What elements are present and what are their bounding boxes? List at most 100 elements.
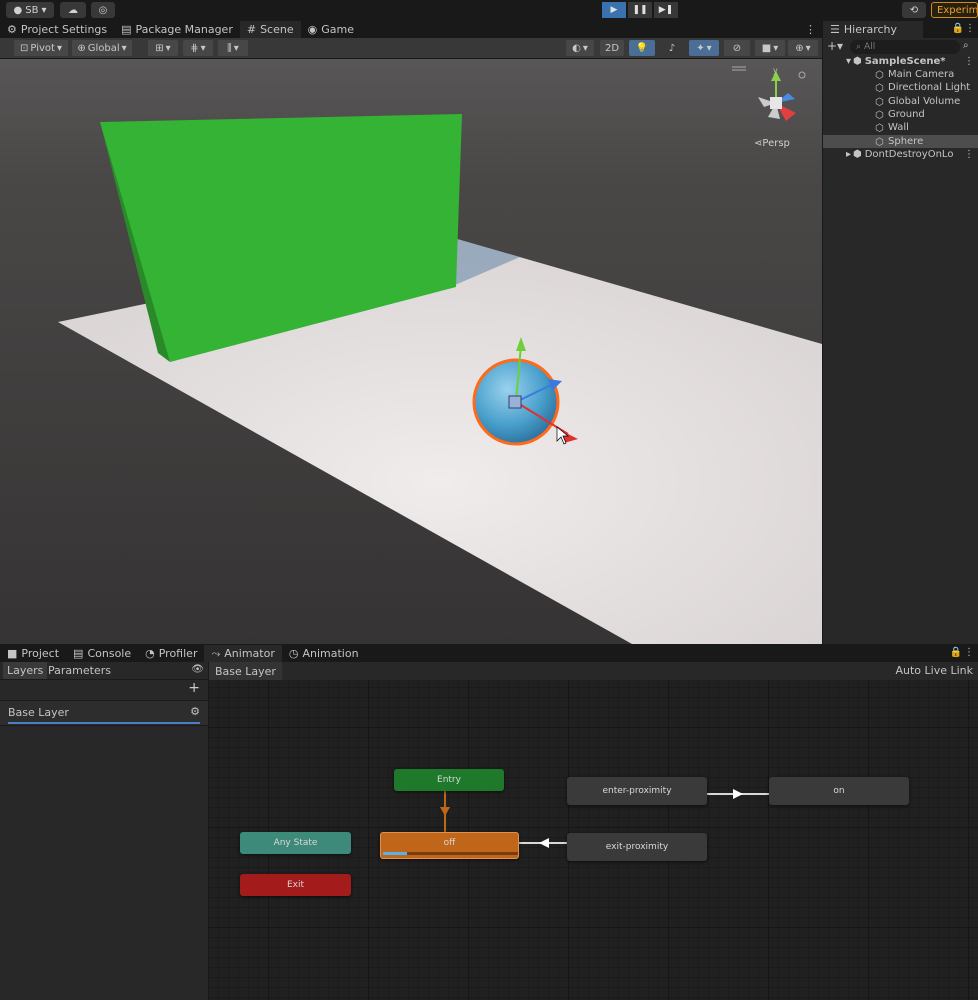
hierarchy-item[interactable]: ⬡ Global Volume	[823, 95, 978, 108]
tab-parameters[interactable]: Parameters	[45, 662, 114, 679]
hierarchy-panel: ☰ Hierarchy 🔒 ⋮ +▾ ⌕ All ⌕ ▾ ⬢ SampleScene…	[823, 21, 978, 644]
audio-toggle[interactable]: ♪	[660, 40, 684, 56]
chevron-down-icon: ▾	[121, 42, 127, 54]
animator-layers-panel: Layers Parameters 👁 + Base Layer ⚙	[0, 662, 208, 1000]
gamepad-icon: ◉	[307, 23, 318, 36]
add-layer-button[interactable]: +	[188, 680, 200, 696]
global-dropdown[interactable]: ⊕ Global ▾	[72, 40, 132, 56]
unity-scene-icon: ⬢	[853, 149, 862, 160]
on-state-node[interactable]: on	[769, 777, 909, 805]
hierarchy-scene-row[interactable]: ▾ ⬢ SampleScene* ⋮	[823, 55, 978, 68]
more-menu-icon[interactable]: ⋮	[964, 56, 974, 67]
visibility-toggle[interactable]: ⊘	[724, 40, 750, 56]
exit-node[interactable]: Exit	[240, 874, 351, 896]
animator-graph[interactable]: Entry Any State Exit off enter-proximity…	[209, 680, 978, 1000]
hierarchy-item[interactable]: ⬡ Ground	[823, 108, 978, 121]
enter-proximity-node[interactable]: enter-proximity	[567, 777, 707, 805]
gear-icon: ⚙	[7, 23, 17, 36]
add-object-button[interactable]: +▾	[827, 39, 843, 53]
gear-icon[interactable]: ⚙	[190, 705, 200, 718]
grid-lines-icon: ⫼	[227, 42, 232, 54]
pivot-dropdown[interactable]: ⊡ Pivot ▾	[14, 40, 68, 56]
shading-icon: ◐	[572, 42, 581, 54]
experimental-badge[interactable]: Experim	[931, 2, 978, 18]
exit-proximity-node[interactable]: exit-proximity	[567, 833, 707, 861]
scene-viewport[interactable]: y ⋖Persp	[0, 59, 822, 644]
eye-slash-icon: ⊘	[732, 42, 742, 54]
gizmo-y-label: y	[773, 66, 778, 75]
grid-snap-button[interactable]: ⊞ ▾	[148, 40, 178, 56]
cloud-icon: ☁	[68, 4, 78, 16]
tab-console[interactable]: ▤ Console	[66, 645, 138, 662]
gameobject-cube-icon: ⬡	[875, 82, 884, 94]
snap-icon: ⋕	[190, 42, 199, 54]
entry-node[interactable]: Entry	[394, 769, 504, 791]
2d-toggle[interactable]: 2D	[600, 40, 624, 56]
hierarchy-dontdestroy-row[interactable]: ▸ ⬢ DontDestroyOnLo ⋮	[823, 148, 978, 161]
audio-icon: ♪	[668, 42, 676, 54]
folder-icon: ■	[7, 647, 18, 660]
more-menu-icon[interactable]: ⋮	[805, 23, 816, 36]
search-options-icon[interactable]: ⌕	[963, 40, 969, 51]
package-icon: ▤	[121, 23, 132, 36]
lightbulb-icon: 💡	[635, 42, 649, 54]
chevron-down-icon: ▾	[56, 42, 62, 54]
gameobject-cube-icon: ⬡	[875, 109, 884, 121]
tab-animator[interactable]: ⤳ Animator	[204, 645, 282, 662]
hierarchy-item-selected[interactable]: ⬡ Sphere	[823, 135, 978, 148]
tab-profiler[interactable]: ◔ Profiler	[138, 645, 204, 662]
chevron-down-icon: ▾	[41, 4, 47, 16]
history-icon: ⟲	[909, 4, 919, 16]
tab-project[interactable]: ■ Project	[0, 645, 66, 662]
unity-scene-icon: ⬢	[853, 56, 862, 67]
camera-dropdown[interactable]: ■ ▾	[755, 40, 785, 56]
more-menu-icon[interactable]: ⋮	[965, 23, 975, 34]
tab-package-manager[interactable]: ▤ Package Manager	[114, 21, 240, 38]
more-menu-icon[interactable]: ⋮	[964, 149, 974, 160]
play-icon: ▶	[610, 5, 618, 15]
lock-icon[interactable]: 🔒	[950, 647, 962, 658]
snap-increment-button[interactable]: ⋕ ▾	[183, 40, 213, 56]
account-dropdown[interactable]: ● SB ▾	[6, 2, 54, 18]
pause-button[interactable]: ❚❚	[628, 2, 652, 18]
history-button[interactable]: ⟲	[902, 2, 926, 18]
lock-icon[interactable]: 🔒	[952, 23, 964, 34]
grid-icon: ⊞	[155, 42, 164, 54]
tab-game[interactable]: ◉ Game	[301, 21, 361, 38]
breadcrumb[interactable]: Base Layer	[209, 662, 282, 680]
auto-live-link-toggle[interactable]: Auto Live Link	[895, 664, 973, 677]
more-menu-icon[interactable]: ⋮	[964, 647, 974, 658]
grid-visibility-button[interactable]: ⫼ ▾	[218, 40, 248, 56]
hierarchy-search-input[interactable]: ⌕ All	[850, 40, 960, 54]
play-button[interactable]: ▶	[602, 2, 626, 18]
tab-scene[interactable]: # Scene	[239, 21, 301, 38]
tab-layers[interactable]: Layers	[3, 662, 48, 679]
shading-mode-button[interactable]: ◐ ▾	[566, 40, 594, 56]
gizmo-icon: ⊕	[795, 42, 804, 54]
state-progress-track	[383, 852, 518, 855]
collab-icon: ◎	[98, 4, 108, 16]
tab-hierarchy[interactable]: ☰ Hierarchy	[823, 21, 923, 38]
off-state-node[interactable]: off	[380, 832, 519, 859]
collab-button[interactable]: ◎	[91, 2, 115, 18]
cloud-button[interactable]: ☁	[60, 2, 86, 18]
tab-animation[interactable]: ◷ Animation	[282, 645, 366, 662]
layer-row[interactable]: Base Layer ⚙	[0, 700, 208, 726]
hierarchy-tabbar: ☰ Hierarchy 🔒 ⋮	[823, 21, 978, 38]
expand-arrow-icon: ▸	[845, 149, 851, 160]
effects-toggle[interactable]: ✦ ▾	[689, 40, 719, 56]
gizmos-dropdown[interactable]: ⊕ ▾	[788, 40, 818, 56]
tab-project-settings[interactable]: ⚙ Project Settings	[0, 21, 114, 38]
animator-breadcrumb-bar: Base Layer Auto Live Link	[209, 662, 978, 680]
step-button[interactable]: ▶❚	[654, 2, 678, 18]
any-state-node[interactable]: Any State	[240, 832, 351, 854]
gameobject-cube-icon: ⬡	[875, 136, 884, 148]
lighting-toggle[interactable]: 💡	[629, 40, 655, 56]
search-icon: ⌕	[856, 42, 862, 52]
eye-icon[interactable]: 👁	[191, 664, 204, 675]
hierarchy-item[interactable]: ⬡ Main Camera	[823, 68, 978, 81]
perspective-toggle[interactable]: ⋖Persp	[754, 138, 790, 149]
main-toolbar: ● SB ▾ ☁ ◎ ▶ ❚❚ ▶❚ ⟲ Experim	[0, 0, 978, 21]
hierarchy-item[interactable]: ⬡ Wall	[823, 121, 978, 134]
hierarchy-item[interactable]: ⬡ Directional Light	[823, 81, 978, 94]
